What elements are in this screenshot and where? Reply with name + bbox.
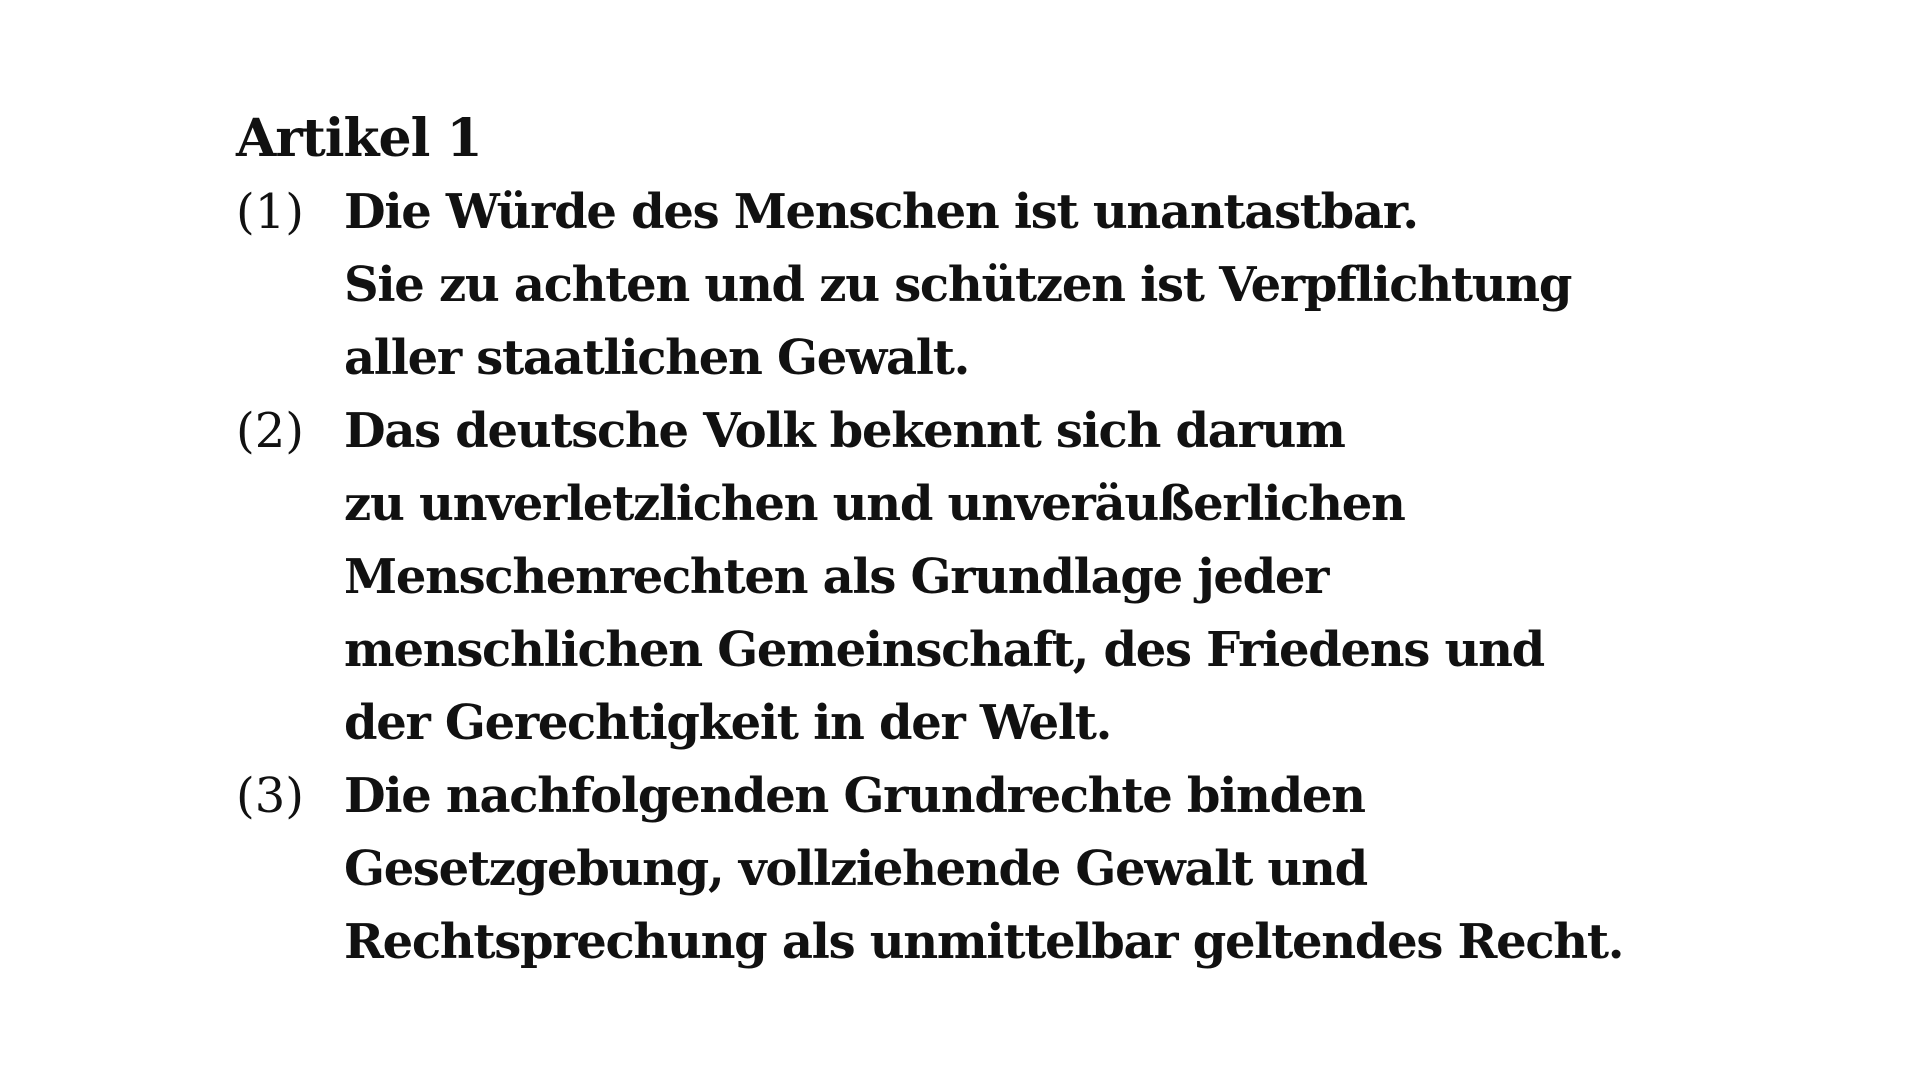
text-line: Sie zu achten und zu schützen ist Verpfl… xyxy=(344,257,1572,313)
text-line: Das deutsche Volk bekennt sich darum xyxy=(344,403,1346,459)
text-line: zu unverletzlichen und unveräußerlichen xyxy=(344,476,1406,532)
text-line: Menschenrechten als Grundlage jeder xyxy=(344,549,1329,605)
paragraph-text: Das deutsche Volk bekennt sich darum zu … xyxy=(344,395,1796,760)
paragraph-2: (2) Das deutsche Volk bekennt sich darum… xyxy=(236,395,1796,760)
document-page: Artikel 1 (1) Die Würde des Menschen ist… xyxy=(0,0,1920,1080)
text-line: Die Würde des Menschen ist unantastbar. xyxy=(344,184,1419,240)
paragraph-number: (1) xyxy=(236,184,304,240)
text-line: menschlichen Gemeinschaft, des Friedens … xyxy=(344,622,1545,678)
article-title: Artikel 1 xyxy=(236,108,483,169)
text-line: Gesetzgebung, vollziehende Gewalt und xyxy=(344,841,1368,897)
paragraph-number: (3) xyxy=(236,768,304,824)
paragraph-3: (3) Die nachfolgenden Grundrechte binden… xyxy=(236,760,1796,979)
text-line: der Gerechtigkeit in der Welt. xyxy=(344,695,1112,751)
text-line: Rechtsprechung als unmittelbar geltendes… xyxy=(344,914,1624,970)
paragraph-text: Die nachfolgenden Grundrechte binden Ges… xyxy=(344,760,1796,979)
paragraph-number: (2) xyxy=(236,403,304,459)
article-block: Artikel 1 (1) Die Würde des Menschen ist… xyxy=(236,102,1796,979)
paragraph-1: (1) Die Würde des Menschen ist unantastb… xyxy=(236,176,1796,395)
paragraph-list: (1) Die Würde des Menschen ist unantastb… xyxy=(236,176,1796,979)
text-line: aller staatlichen Gewalt. xyxy=(344,330,970,386)
paragraph-text: Die Würde des Menschen ist unantastbar. … xyxy=(344,176,1796,395)
text-line: Die nachfolgenden Grundrechte binden xyxy=(344,768,1366,824)
